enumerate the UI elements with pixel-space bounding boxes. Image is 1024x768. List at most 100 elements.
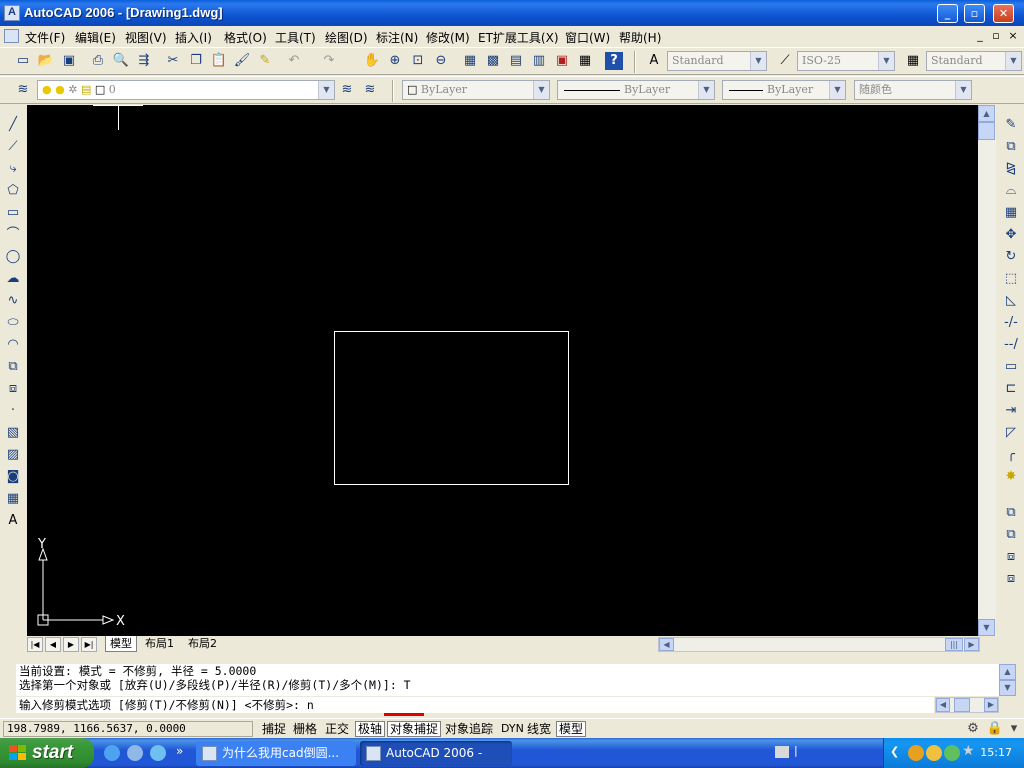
- match-properties-icon[interactable]: 🖌: [233, 52, 251, 70]
- chevron-down-icon[interactable]: ▼: [1005, 52, 1021, 70]
- gradient-icon[interactable]: ▨: [4, 446, 22, 464]
- autocad-app-icon[interactable]: [4, 5, 20, 21]
- ie-quicklaunch-icon[interactable]: [104, 745, 120, 761]
- first-tab-icon[interactable]: |◀: [27, 637, 43, 652]
- document-icon[interactable]: [4, 29, 19, 43]
- properties-icon[interactable]: ▦: [461, 52, 479, 70]
- make-block-icon[interactable]: ⧈: [4, 380, 22, 398]
- previous-tab-icon[interactable]: ◀: [45, 637, 61, 652]
- chevron-down-icon[interactable]: ▼: [955, 81, 971, 99]
- revision-cloud-icon[interactable]: ☁: [4, 270, 22, 288]
- save-icon[interactable]: ▣: [60, 52, 78, 70]
- open-file-icon[interactable]: 📂: [37, 52, 55, 70]
- zoom-window-icon[interactable]: ⊡: [409, 52, 427, 70]
- table-icon[interactable]: ▦: [4, 490, 22, 508]
- tab-layout2[interactable]: 布局2: [184, 636, 221, 652]
- spline-icon[interactable]: ∿: [4, 292, 22, 310]
- maximize-button[interactable]: ▫: [964, 4, 985, 23]
- ellipse-arc-icon[interactable]: ◠: [4, 336, 22, 354]
- bring-above-icon[interactable]: ⧈: [1002, 548, 1020, 566]
- send-under-icon[interactable]: ⧈: [1002, 570, 1020, 588]
- close-button[interactable]: ✕: [993, 4, 1014, 23]
- rectangle-object[interactable]: [334, 331, 569, 485]
- scroll-up-icon[interactable]: ▲: [978, 105, 995, 122]
- layer-previous-icon[interactable]: ≋: [361, 81, 379, 99]
- table-style-icon[interactable]: ▦: [904, 52, 922, 70]
- move-icon[interactable]: ✥: [1002, 226, 1020, 244]
- text-style-icon[interactable]: A: [645, 52, 663, 70]
- fillet-icon[interactable]: ╭: [1002, 446, 1020, 464]
- language-bar-icon[interactable]: |: [794, 744, 798, 757]
- send-to-back-icon[interactable]: ⧉: [1002, 526, 1020, 544]
- break-at-point-icon[interactable]: ▭: [1002, 358, 1020, 376]
- copy-icon[interactable]: ❐: [187, 52, 205, 70]
- coordinate-display[interactable]: 198.7989, 1166.5637, 0.0000: [3, 721, 253, 737]
- text-style-select[interactable]: Standard ▼: [667, 51, 767, 71]
- zoom-realtime-icon[interactable]: ⊕: [386, 52, 404, 70]
- browser-quicklaunch-icon[interactable]: [127, 745, 143, 761]
- polyline-icon[interactable]: ⤷: [4, 160, 22, 178]
- object-tracking-toggle[interactable]: 对象追踪: [443, 721, 495, 737]
- break-icon[interactable]: ⊏: [1002, 380, 1020, 398]
- drawing-canvas[interactable]: X Y: [27, 105, 978, 636]
- zoom-previous-icon[interactable]: ⊖: [432, 52, 450, 70]
- menu-dimension[interactable]: 标注(N): [376, 29, 418, 46]
- circle-icon[interactable]: ◯: [4, 248, 22, 266]
- taskbar-item-browser[interactable]: 为什么我用cad倒圆...: [196, 741, 356, 766]
- chevron-down-icon[interactable]: ▼: [878, 52, 894, 70]
- lineweight-select[interactable]: ByLayer ▼: [722, 80, 846, 100]
- linetype-select[interactable]: ByLayer ▼: [557, 80, 715, 100]
- ellipse-icon[interactable]: ⬭: [4, 314, 22, 332]
- plot-icon[interactable]: ⎙: [89, 52, 107, 70]
- tab-model[interactable]: 模型: [105, 636, 137, 652]
- quicklaunch-more-icon[interactable]: »: [176, 744, 183, 758]
- undo-icon[interactable]: ↶: [285, 52, 303, 70]
- menu-file[interactable]: 文件(F): [25, 29, 65, 46]
- next-tab-icon[interactable]: ▶: [63, 637, 79, 652]
- menu-draw[interactable]: 绘图(D): [325, 29, 368, 46]
- calculator-icon[interactable]: ▦: [576, 52, 594, 70]
- markup-icon[interactable]: ▣: [553, 52, 571, 70]
- extend-icon[interactable]: --/: [1002, 336, 1020, 354]
- block-editor-icon[interactable]: ✎: [256, 52, 274, 70]
- model-toggle[interactable]: 模型: [556, 721, 587, 737]
- scroll-left-icon[interactable]: ◀: [659, 638, 674, 651]
- sheet-set-icon[interactable]: ▥: [530, 52, 548, 70]
- command-scroll-thumb[interactable]: [954, 698, 970, 712]
- chevron-down-icon[interactable]: ▼: [698, 81, 714, 99]
- dyn-toggle[interactable]: DYN: [499, 721, 526, 737]
- insert-block-icon[interactable]: ⧉: [4, 358, 22, 376]
- toolbar-lock-icon[interactable]: 🔒: [986, 720, 1004, 738]
- help-icon[interactable]: ?: [605, 52, 623, 70]
- array-icon[interactable]: ▦: [1002, 204, 1020, 222]
- polygon-icon[interactable]: ⬠: [4, 182, 22, 200]
- command-line-input[interactable]: 输入修剪模式选项 [修剪(T)/不修剪(N)] <不修剪>: n: [16, 697, 934, 713]
- chevron-down-icon[interactable]: ▼: [318, 81, 334, 99]
- chevron-down-icon[interactable]: ▼: [829, 81, 845, 99]
- command-input-value[interactable]: n: [307, 698, 314, 712]
- scroll-down-icon[interactable]: ▼: [999, 680, 1016, 696]
- paste-icon[interactable]: 📋: [210, 52, 228, 70]
- keyboard-icon[interactable]: [775, 746, 789, 758]
- dimension-style-icon[interactable]: ⟋: [776, 52, 794, 70]
- polar-toggle[interactable]: 极轴: [355, 721, 386, 737]
- menu-express-tools[interactable]: ET扩展工具(X): [478, 29, 559, 46]
- trim-icon[interactable]: -/-: [1002, 314, 1020, 332]
- bring-to-front-icon[interactable]: ⧉: [1002, 504, 1020, 522]
- explode-icon[interactable]: ✸: [1002, 468, 1020, 486]
- menu-insert[interactable]: 插入(I): [175, 29, 212, 46]
- tray-star-icon[interactable]: ★: [962, 743, 975, 759]
- lineweight-toggle[interactable]: 线宽: [525, 721, 553, 737]
- menu-window[interactable]: 窗口(W): [565, 29, 610, 46]
- scroll-down-icon[interactable]: ▼: [978, 619, 995, 636]
- tab-layout1[interactable]: 布局1: [141, 636, 178, 652]
- stretch-icon[interactable]: ◺: [1002, 292, 1020, 310]
- dimension-style-select[interactable]: ISO-25 ▼: [797, 51, 895, 71]
- messenger-quicklaunch-icon[interactable]: [150, 745, 166, 761]
- tray-app-icon[interactable]: [926, 745, 942, 761]
- arc-icon[interactable]: ⌒: [4, 226, 22, 244]
- construction-line-icon[interactable]: ⟋: [4, 138, 22, 156]
- snap-toggle[interactable]: 捕捉: [260, 721, 288, 737]
- layer-manager-icon[interactable]: ≋: [14, 81, 32, 99]
- tray-app-icon[interactable]: [908, 745, 924, 761]
